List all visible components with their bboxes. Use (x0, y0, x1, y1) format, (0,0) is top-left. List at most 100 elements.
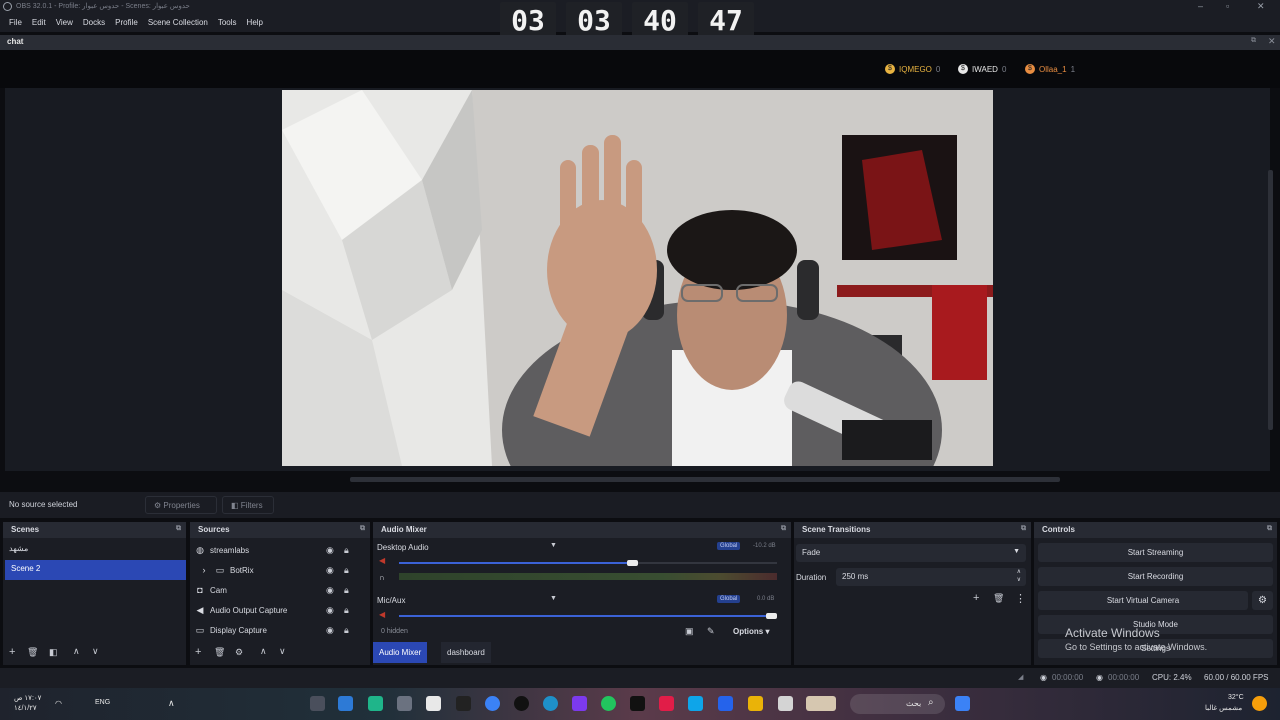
search-box[interactable]: بحث ⌕ (850, 694, 945, 714)
taskbar-app-icon[interactable] (456, 696, 471, 711)
spin-up-icon[interactable]: ∧ (1017, 568, 1021, 575)
visibility-eye-icon[interactable]: ◉ (326, 585, 334, 596)
taskbar-app-icon[interactable] (485, 696, 500, 711)
tray-chevron-icon[interactable]: ∧ (168, 698, 175, 709)
menu-profile[interactable]: Profile (110, 14, 143, 32)
move-up-icon[interactable]: ∧ (260, 646, 267, 657)
windows-start-icon[interactable] (955, 696, 970, 711)
properties-button[interactable]: ⚙ Properties (145, 496, 217, 514)
source-item[interactable]: ▭ Display Capture ◉ 🔒︎ (190, 620, 370, 640)
taskbar-app-icon[interactable] (310, 696, 325, 711)
pop-out-icon[interactable]: ⧉ (1267, 525, 1272, 533)
cpu-usage: CPU: 2.4% (1152, 673, 1192, 682)
start-streaming-button[interactable]: Start Streaming (1038, 543, 1273, 562)
virtual-camera-settings-icon[interactable]: ⚙ (1252, 591, 1273, 610)
maximize-icon[interactable]: ▫ (1226, 1, 1229, 11)
chrome-icon[interactable] (601, 696, 616, 711)
volume-slider-knob[interactable] (627, 560, 638, 566)
menu-tools[interactable]: Tools (213, 14, 242, 32)
lock-icon[interactable]: 🔒︎ (344, 625, 349, 636)
channel-menu-icon[interactable]: ▼ (550, 595, 557, 602)
lock-icon[interactable]: 🔒︎ (344, 585, 349, 596)
weather-sun-icon[interactable] (1252, 696, 1267, 711)
file-explorer-icon[interactable] (748, 696, 763, 711)
move-down-icon[interactable]: ∨ (92, 646, 99, 657)
close-icon[interactable]: ✕ (1257, 1, 1265, 12)
more-options-icon[interactable]: ⋮ (1015, 592, 1026, 605)
preview-horizontal-scrollbar[interactable] (350, 477, 1060, 482)
taskbar-app-icon[interactable] (572, 696, 587, 711)
channel-menu-icon[interactable]: ▼ (550, 542, 557, 549)
pop-out-icon[interactable]: ⧉ (1021, 525, 1026, 533)
taskbar-app-icon[interactable] (688, 696, 703, 711)
remove-scene-icon[interactable]: 🗑 (27, 647, 38, 658)
source-item[interactable]: ◘ Cam ◉ 🔒︎ (190, 580, 370, 600)
remove-source-icon[interactable]: 🗑 (214, 647, 225, 658)
visibility-eye-icon[interactable]: ◉ (326, 565, 334, 576)
tab-audio-mixer[interactable]: Audio Mixer (373, 642, 428, 663)
taskbar-app-icon[interactable] (806, 696, 836, 711)
source-item[interactable]: › ▭ BotRix ◉ 🔒︎ (190, 560, 370, 580)
scene-item[interactable]: مشهد (3, 540, 186, 560)
settings-app-icon[interactable] (397, 696, 412, 711)
source-item[interactable]: ◀ Audio Output Capture ◉ 🔒︎ (190, 600, 370, 620)
obs-app-icon[interactable] (514, 696, 529, 711)
pop-out-icon[interactable]: ⧉ (176, 525, 181, 533)
taskbar-app-icon[interactable] (778, 696, 793, 711)
headphones-icon[interactable]: ∩ (379, 573, 385, 582)
menu-file[interactable]: File (4, 14, 27, 32)
lock-icon[interactable]: 🔒︎ (344, 605, 349, 616)
taskbar-app-icon[interactable] (630, 696, 645, 711)
language-indicator[interactable]: ENG (95, 699, 110, 706)
lock-icon[interactable]: 🔒︎ (344, 545, 349, 556)
lock-icon[interactable]: 🔒︎ (344, 565, 349, 576)
preview-vertical-scrollbar[interactable] (1268, 170, 1273, 430)
menu-help[interactable]: Help (242, 14, 268, 32)
transition-select[interactable]: Fade ▼ (796, 544, 1026, 562)
taskbar-app-icon[interactable] (338, 696, 353, 711)
webcam-feed[interactable] (282, 90, 993, 466)
add-transition-icon[interactable]: + (973, 592, 979, 604)
expand-chevron-icon[interactable]: › (198, 565, 210, 575)
move-down-icon[interactable]: ∨ (279, 646, 286, 657)
source-item[interactable]: ◍ streamlabs ◉ 🔒︎ (190, 540, 370, 560)
start-virtual-camera-button[interactable]: Start Virtual Camera (1038, 591, 1248, 610)
taskbar-app-icon[interactable] (718, 696, 733, 711)
volume-slider-knob[interactable] (766, 613, 777, 619)
taskbar-app-icon[interactable] (426, 696, 441, 711)
scene-item-selected[interactable]: Scene 2 (5, 560, 186, 580)
tab-dashboard[interactable]: dashboard (441, 642, 491, 663)
remove-transition-icon[interactable]: 🗑 (993, 593, 1004, 604)
menu-edit[interactable]: Edit (27, 14, 51, 32)
close-dock-icon[interactable]: ✕ (1268, 36, 1276, 47)
add-scene-icon[interactable]: + (9, 646, 15, 658)
duration-spinbox[interactable]: 250 ms ∧ ∨ (836, 568, 1026, 586)
pop-out-icon[interactable]: ⧉ (781, 525, 786, 533)
visibility-eye-icon[interactable]: ◉ (326, 625, 334, 636)
mute-icon[interactable]: ◀ (379, 556, 385, 565)
pop-out-icon[interactable]: ⧉ (360, 525, 365, 533)
menu-docks[interactable]: Docks (78, 14, 110, 32)
pop-out-icon[interactable]: ⧉ (1251, 37, 1256, 45)
viewer-name: Ollaa_1 (1039, 64, 1067, 74)
mute-icon[interactable]: ◀ (379, 610, 385, 619)
start-recording-button[interactable]: Start Recording (1038, 567, 1273, 586)
scene-filters-icon[interactable]: ◧ (49, 647, 58, 658)
taskbar-app-icon[interactable] (659, 696, 674, 711)
filters-button[interactable]: ◧ Filters (222, 496, 274, 514)
options-button[interactable]: Options ▾ (733, 627, 769, 636)
layout-icon[interactable]: ▣ (685, 626, 694, 637)
mixer-settings-icon[interactable]: ✎ (707, 626, 715, 637)
visibility-eye-icon[interactable]: ◉ (326, 605, 334, 616)
edge-icon[interactable] (543, 696, 558, 711)
visibility-eye-icon[interactable]: ◉ (326, 545, 334, 556)
move-up-icon[interactable]: ∧ (73, 646, 80, 657)
minimize-icon[interactable]: – (1198, 1, 1203, 11)
wifi-icon[interactable]: ◠ (55, 699, 62, 708)
menu-view[interactable]: View (51, 14, 78, 32)
add-source-icon[interactable]: + (195, 646, 201, 658)
spin-down-icon[interactable]: ∨ (1017, 576, 1021, 583)
source-properties-icon[interactable]: ⚙ (235, 647, 243, 658)
menu-scene-collection[interactable]: Scene Collection (143, 14, 213, 32)
taskbar-app-icon[interactable] (368, 696, 383, 711)
